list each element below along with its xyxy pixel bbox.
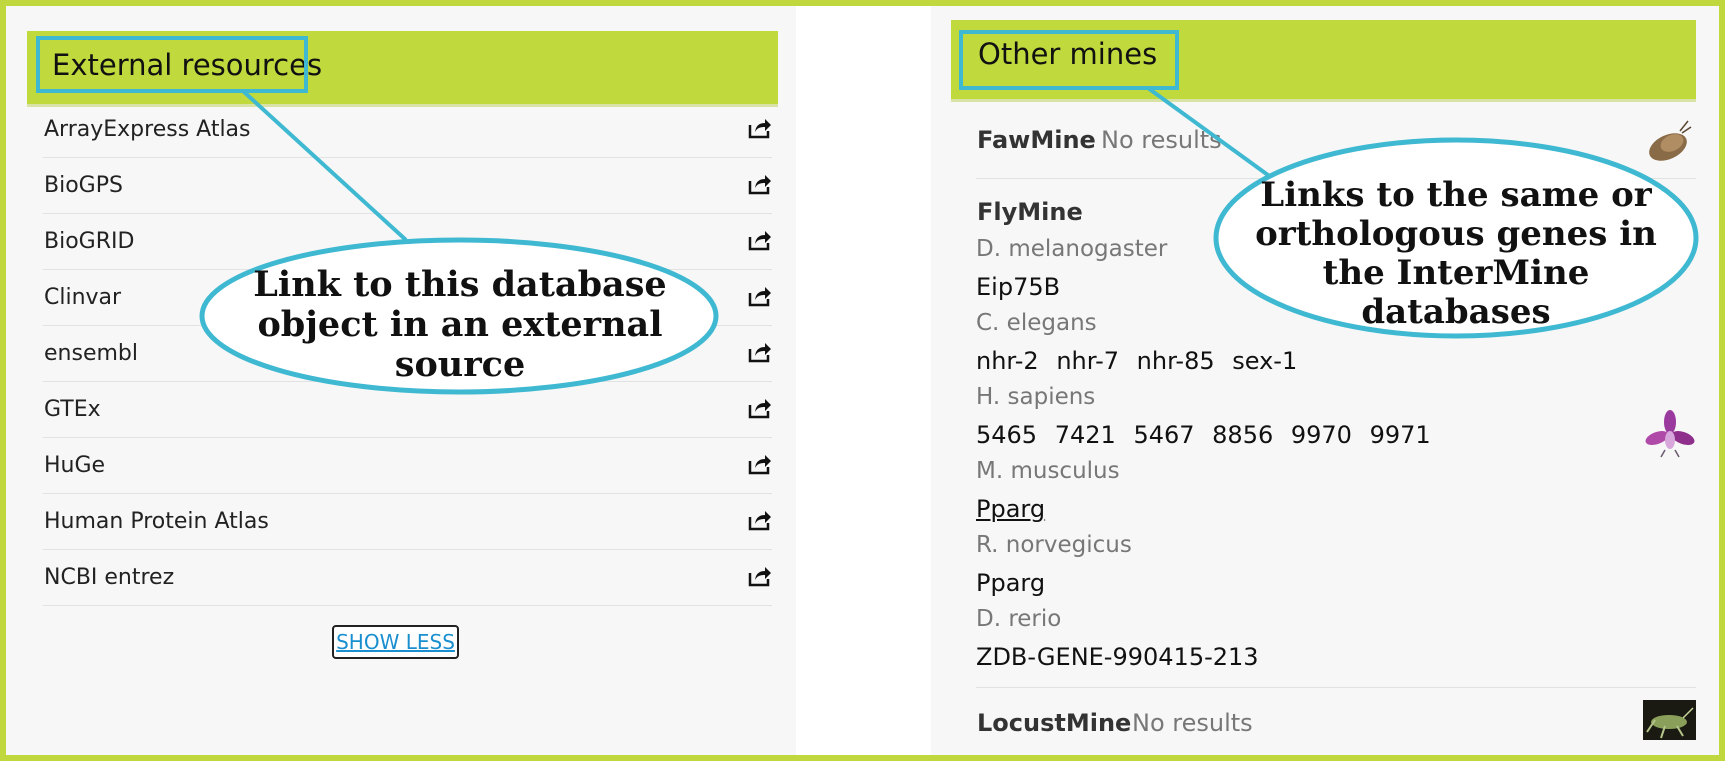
mine-status-locustmine: No results — [1132, 709, 1253, 737]
gene-link[interactable]: 5467 — [1133, 421, 1194, 449]
gene-link[interactable]: 8856 — [1212, 421, 1273, 449]
gene-list: Pparg — [976, 569, 1055, 597]
gene-link[interactable]: sex-1 — [1232, 347, 1297, 375]
organism-label: H. sapiens — [976, 384, 1096, 410]
gene-link[interactable]: nhr-85 — [1137, 347, 1215, 375]
external-resource-item[interactable]: BioGRID — [43, 214, 772, 270]
external-resource-label[interactable]: ensembl — [44, 341, 138, 366]
external-resource-item[interactable]: NCBI entrez — [43, 550, 772, 606]
external-resource-label[interactable]: BioGPS — [44, 173, 123, 198]
external-resources-header: External resources — [27, 31, 778, 107]
external-resource-item[interactable]: HuGe — [43, 438, 772, 494]
external-resource-item[interactable]: BioGPS — [43, 158, 772, 214]
share-external-icon[interactable] — [748, 509, 772, 531]
organism-label: D. melanogaster — [976, 236, 1168, 262]
gene-link[interactable]: 5465 — [976, 421, 1037, 449]
external-resource-item[interactable]: Human Protein Atlas — [43, 494, 772, 550]
organism-label: M. musculus — [976, 458, 1120, 484]
gene-list: Pparg — [976, 495, 1055, 523]
other-mines-header: Other mines — [951, 20, 1696, 102]
gene-link[interactable]: ZDB-GENE-990415-213 — [976, 643, 1259, 671]
mine-name-flymine: FlyMine — [977, 198, 1083, 226]
external-resource-item[interactable]: ArrayExpress Atlas — [43, 102, 772, 158]
share-external-icon[interactable] — [748, 453, 772, 475]
gene-link[interactable]: 7421 — [1055, 421, 1116, 449]
share-external-icon[interactable] — [748, 229, 772, 251]
external-resource-item[interactable]: GTEx — [43, 382, 772, 438]
external-resources-title: External resources — [52, 48, 323, 82]
gene-list: nhr-2 nhr-7 nhr-85 sex-1 — [976, 347, 1307, 375]
callout-line: databases — [1361, 292, 1551, 332]
callout-line: source — [394, 344, 526, 385]
callout-line: the InterMine — [1322, 253, 1590, 293]
gene-link[interactable]: Pparg — [976, 495, 1045, 523]
callout-line: Link to this database — [253, 264, 667, 305]
external-resource-label[interactable]: HuGe — [44, 453, 105, 478]
moth-icon — [1649, 120, 1692, 161]
external-resource-label[interactable]: ArrayExpress Atlas — [44, 117, 251, 142]
share-external-icon[interactable] — [748, 173, 772, 195]
organism-label: D. rerio — [976, 606, 1062, 632]
gene-list: 5465 7421 5467 8856 9970 9971 — [976, 421, 1441, 449]
gene-link[interactable]: nhr-2 — [976, 347, 1039, 375]
fly-flower-icon — [1645, 410, 1695, 458]
external-callout-text: Link to this database object in an exter… — [235, 265, 685, 385]
external-resource-label[interactable]: Clinvar — [44, 285, 121, 310]
callout-line: object in an external — [257, 304, 663, 345]
callout-line: Links to the same or — [1260, 175, 1652, 215]
share-external-icon[interactable] — [748, 341, 772, 363]
gene-link[interactable]: 9970 — [1291, 421, 1352, 449]
mine-status-fawmine: No results — [1101, 126, 1222, 154]
gene-link[interactable]: 9971 — [1370, 421, 1431, 449]
share-external-icon[interactable] — [748, 285, 772, 307]
gene-list: Eip75B — [976, 273, 1070, 301]
other-mines-title: Other mines — [978, 37, 1158, 71]
mine-name-locustmine: LocustMine — [977, 709, 1132, 737]
external-resource-label[interactable]: BioGRID — [44, 229, 134, 254]
external-resource-label[interactable]: NCBI entrez — [44, 565, 174, 590]
share-external-icon[interactable] — [748, 117, 772, 139]
mine-divider — [976, 687, 1696, 688]
gene-link[interactable]: nhr-7 — [1056, 347, 1119, 375]
callout-line: orthologous genes in — [1255, 214, 1657, 254]
organism-label: R. norvegicus — [976, 532, 1132, 558]
share-external-icon[interactable] — [748, 565, 772, 587]
mines-callout-text: Links to the same or orthologous genes i… — [1236, 176, 1676, 332]
locust-icon — [1643, 700, 1696, 740]
show-less-button[interactable]: SHOW LESS — [332, 625, 459, 659]
gene-link[interactable]: Eip75B — [976, 273, 1060, 301]
gene-list: ZDB-GENE-990415-213 — [976, 643, 1269, 671]
external-resource-label[interactable]: Human Protein Atlas — [44, 509, 269, 534]
gene-link[interactable]: Pparg — [976, 569, 1045, 597]
mine-name-fawmine: FawMine — [977, 126, 1096, 154]
external-resource-label[interactable]: GTEx — [44, 397, 101, 422]
organism-label: C. elegans — [976, 310, 1097, 336]
share-external-icon[interactable] — [748, 397, 772, 419]
